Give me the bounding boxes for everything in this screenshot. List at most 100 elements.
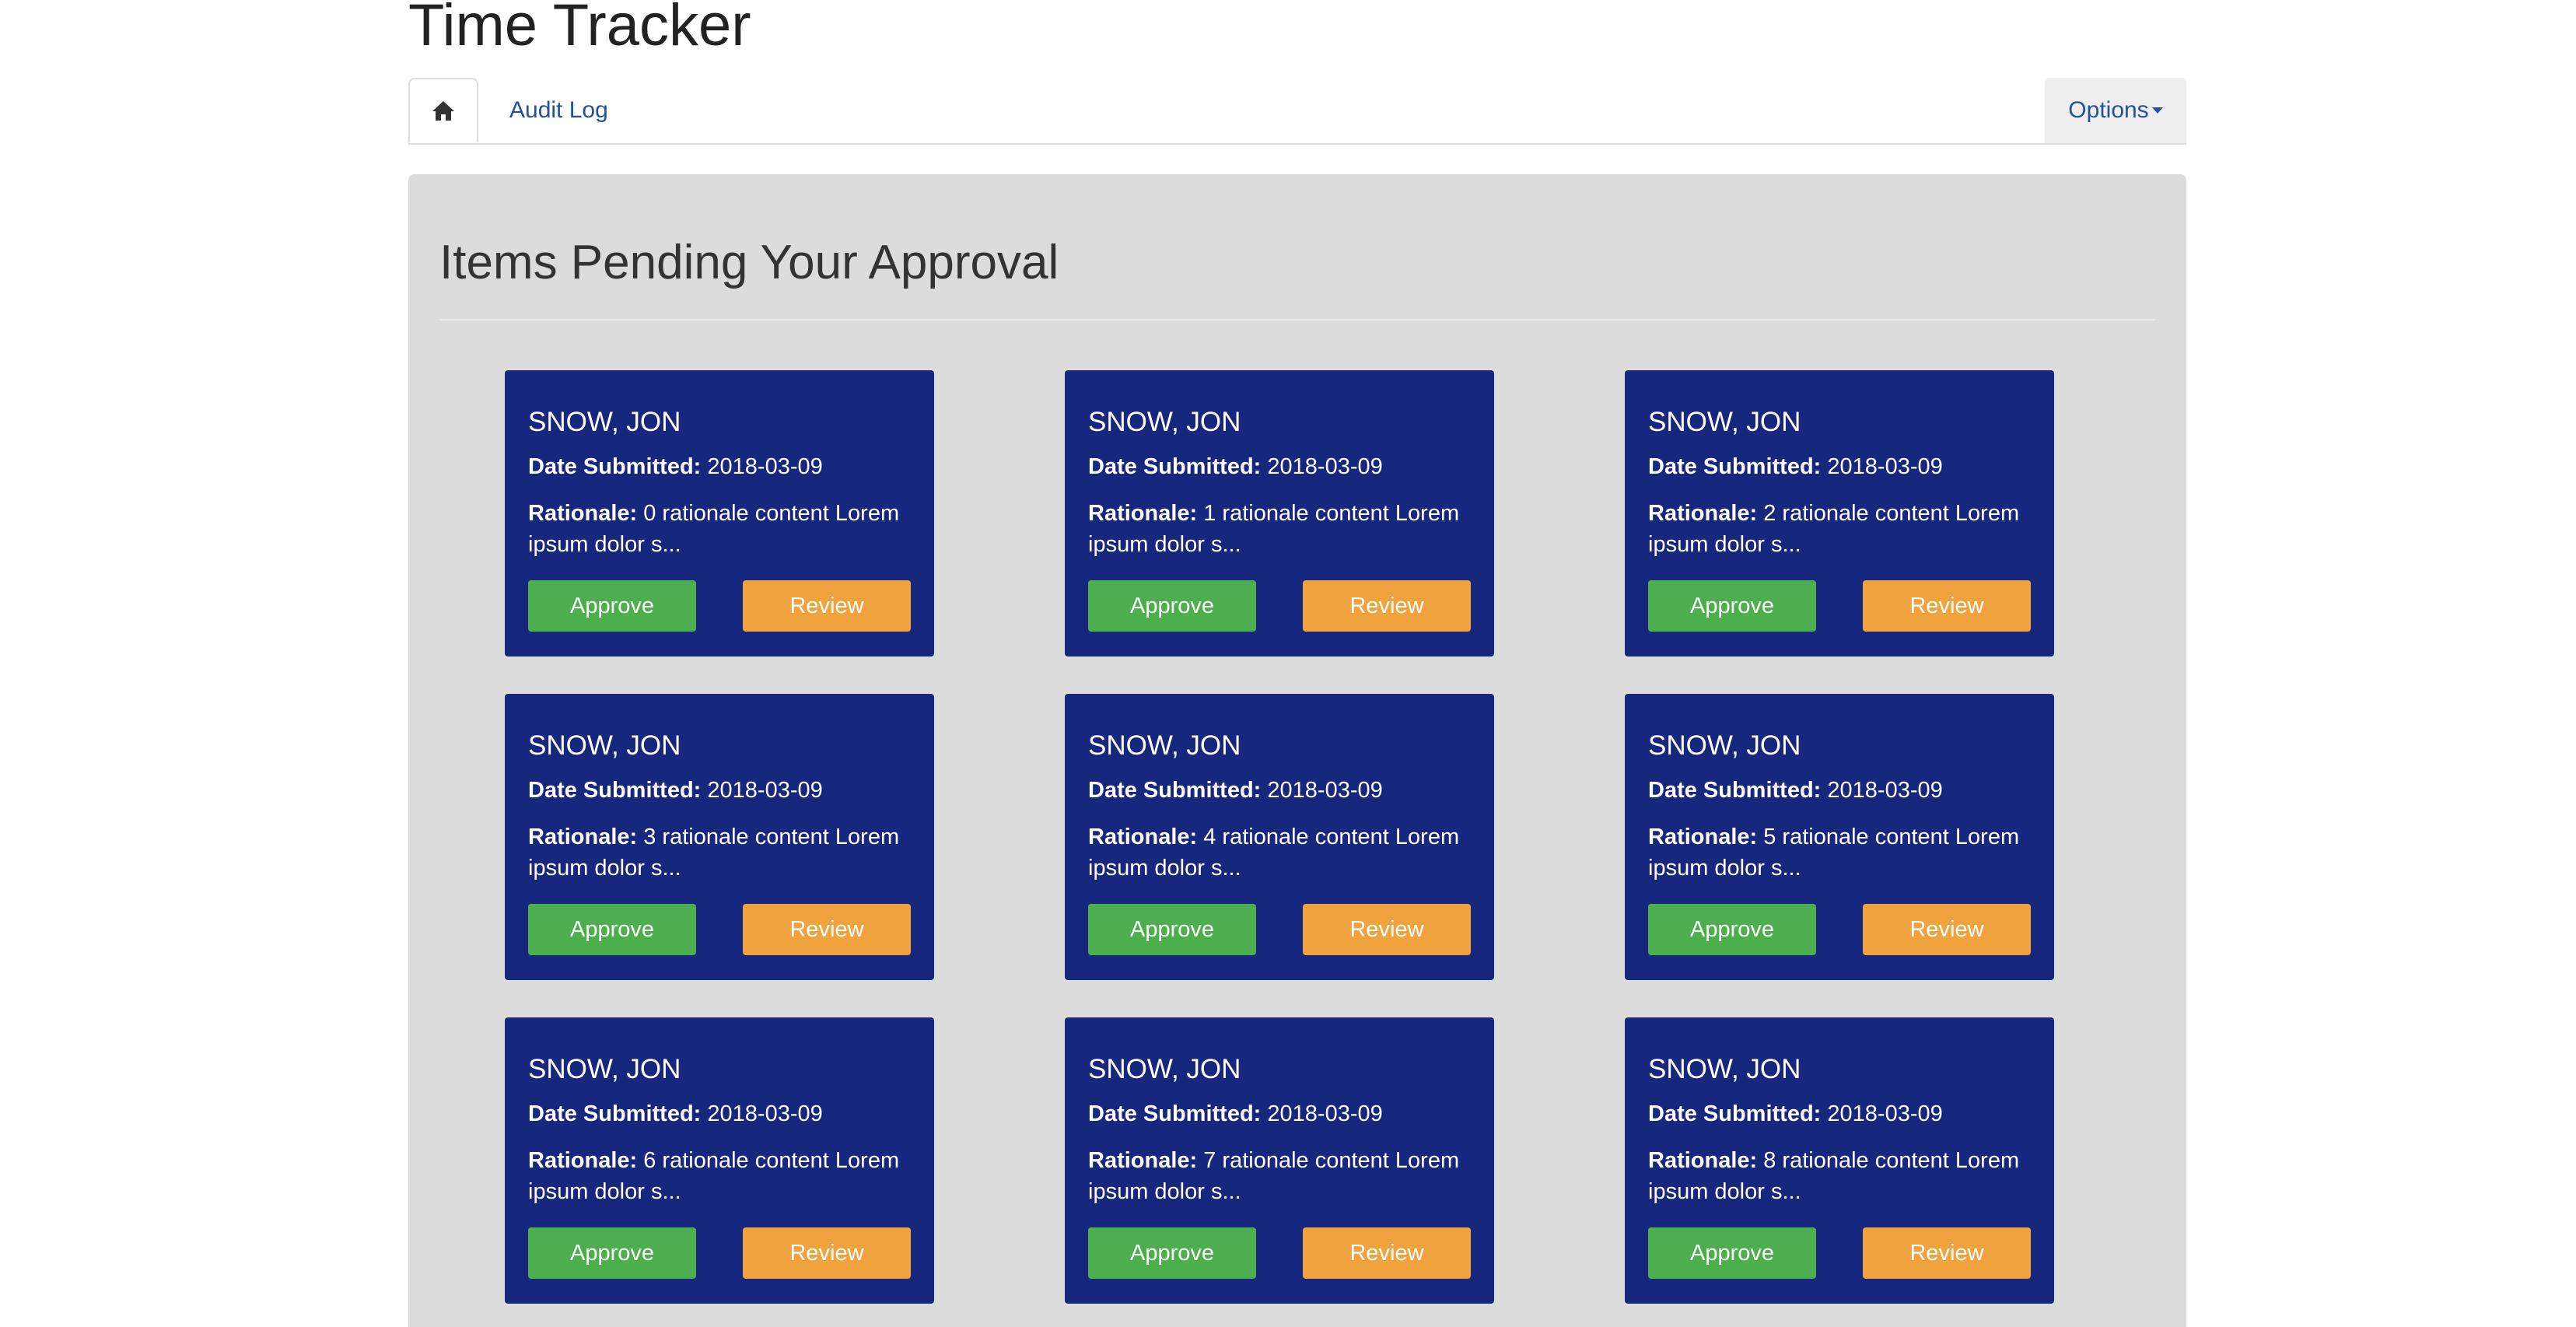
rationale-label: Rationale:: [528, 825, 638, 849]
rationale: Rationale: 5 rationale content Lorem ips…: [1648, 821, 2031, 884]
rationale: Rationale: 6 rationale content Lorem ips…: [528, 1145, 911, 1207]
nav-tabs: Audit Log Options: [408, 78, 2186, 145]
approval-panel: Items Pending Your Approval SNOW, JON Da…: [408, 174, 2186, 1327]
review-button[interactable]: Review: [1303, 1227, 1471, 1279]
card-actions: Approve Review: [1648, 1227, 2031, 1279]
approval-card: SNOW, JON Date Submitted: 2018-03-09 Rat…: [505, 1017, 934, 1304]
date-submitted-label: Date Submitted:: [528, 454, 702, 479]
rationale: Rationale: 2 rationale content Lorem ips…: [1648, 498, 2031, 560]
employee-name: SNOW, JON: [528, 1054, 681, 1084]
date-submitted-label: Date Submitted:: [1088, 1101, 1262, 1126]
card-actions: Approve Review: [528, 904, 911, 955]
date-submitted-value: 2018-03-09: [707, 454, 823, 479]
date-submitted-label: Date Submitted:: [1088, 778, 1262, 803]
rationale: Rationale: 7 rationale content Lorem ips…: [1088, 1145, 1471, 1207]
options-dropdown-button[interactable]: Options: [2045, 78, 2186, 143]
review-button[interactable]: Review: [1863, 580, 2031, 632]
approve-button[interactable]: Approve: [1648, 904, 1816, 955]
home-icon: [432, 101, 454, 121]
date-submitted-value: 2018-03-09: [1267, 778, 1383, 803]
review-button[interactable]: Review: [1863, 904, 2031, 955]
employee-name: SNOW, JON: [1648, 407, 1801, 437]
date-submitted-value: 2018-03-09: [707, 1101, 823, 1126]
approval-card: SNOW, JON Date Submitted: 2018-03-09 Rat…: [1065, 1017, 1494, 1304]
approve-button[interactable]: Approve: [1088, 1227, 1256, 1279]
review-button[interactable]: Review: [1863, 1227, 2031, 1279]
options-label: Options: [2068, 97, 2149, 123]
approve-button[interactable]: Approve: [1088, 904, 1256, 955]
rationale-label: Rationale:: [1088, 501, 1198, 526]
date-submitted-value: 2018-03-09: [1267, 1101, 1383, 1126]
date-submitted-label: Date Submitted:: [1088, 454, 1262, 479]
review-button[interactable]: Review: [743, 580, 911, 632]
approval-card: SNOW, JON Date Submitted: 2018-03-09 Rat…: [1065, 370, 1494, 656]
employee-name: SNOW, JON: [528, 730, 681, 761]
tab-audit-log[interactable]: Audit Log: [494, 78, 624, 143]
approval-cards-grid: SNOW, JON Date Submitted: 2018-03-09 Rat…: [505, 370, 2060, 1304]
divider: [439, 319, 2155, 320]
approval-card: SNOW, JON Date Submitted: 2018-03-09 Rat…: [1625, 1017, 2054, 1304]
date-submitted: Date Submitted: 2018-03-09: [1088, 1098, 1471, 1129]
card-actions: Approve Review: [1648, 904, 2031, 955]
employee-name: SNOW, JON: [528, 407, 681, 437]
page: Time Tracker Audit Log Options Items Pen…: [0, 0, 2576, 1327]
date-submitted: Date Submitted: 2018-03-09: [1088, 775, 1471, 806]
date-submitted: Date Submitted: 2018-03-09: [528, 451, 911, 482]
card-actions: Approve Review: [1088, 1227, 1471, 1279]
review-button[interactable]: Review: [743, 1227, 911, 1279]
approve-button[interactable]: Approve: [528, 1227, 696, 1279]
date-submitted-value: 2018-03-09: [1827, 454, 1943, 479]
date-submitted-label: Date Submitted:: [1648, 454, 1822, 479]
rationale: Rationale: 3 rationale content Lorem ips…: [528, 821, 911, 884]
date-submitted: Date Submitted: 2018-03-09: [1648, 775, 2031, 806]
rationale-label: Rationale:: [1648, 1148, 1758, 1173]
approval-card: SNOW, JON Date Submitted: 2018-03-09 Rat…: [1625, 694, 2054, 980]
date-submitted-label: Date Submitted:: [1648, 778, 1822, 803]
review-button[interactable]: Review: [743, 904, 911, 955]
date-submitted-label: Date Submitted:: [528, 1101, 702, 1126]
date-submitted-value: 2018-03-09: [1827, 778, 1943, 803]
date-submitted-value: 2018-03-09: [1267, 454, 1383, 479]
employee-name: SNOW, JON: [1088, 407, 1241, 437]
card-actions: Approve Review: [1648, 580, 2031, 632]
approval-card: SNOW, JON Date Submitted: 2018-03-09 Rat…: [1065, 694, 1494, 980]
rationale: Rationale: 4 rationale content Lorem ips…: [1088, 821, 1471, 884]
date-submitted-value: 2018-03-09: [1827, 1101, 1943, 1126]
approval-card: SNOW, JON Date Submitted: 2018-03-09 Rat…: [505, 370, 934, 656]
date-submitted: Date Submitted: 2018-03-09: [1648, 451, 2031, 482]
rationale-label: Rationale:: [528, 1148, 638, 1173]
card-actions: Approve Review: [1088, 580, 1471, 632]
approve-button[interactable]: Approve: [528, 904, 696, 955]
approve-button[interactable]: Approve: [1648, 1227, 1816, 1279]
date-submitted-value: 2018-03-09: [707, 778, 823, 803]
rationale: Rationale: 0 rationale content Lorem ips…: [528, 498, 911, 560]
card-actions: Approve Review: [528, 1227, 911, 1279]
rationale: Rationale: 1 rationale content Lorem ips…: [1088, 498, 1471, 560]
rationale-label: Rationale:: [1088, 825, 1198, 849]
review-button[interactable]: Review: [1303, 580, 1471, 632]
employee-name: SNOW, JON: [1088, 1054, 1241, 1084]
date-submitted-label: Date Submitted:: [1648, 1101, 1822, 1126]
rationale-label: Rationale:: [1648, 825, 1758, 849]
app-title: Time Tracker: [408, 0, 751, 58]
card-actions: Approve Review: [528, 580, 911, 632]
card-actions: Approve Review: [1088, 904, 1471, 955]
rationale: Rationale: 8 rationale content Lorem ips…: [1648, 1145, 2031, 1207]
date-submitted: Date Submitted: 2018-03-09: [528, 1098, 911, 1129]
panel-heading: Items Pending Your Approval: [439, 236, 1059, 289]
date-submitted-label: Date Submitted:: [528, 778, 702, 803]
rationale-label: Rationale:: [1088, 1148, 1198, 1173]
employee-name: SNOW, JON: [1648, 730, 1801, 761]
employee-name: SNOW, JON: [1648, 1054, 1801, 1084]
approve-button[interactable]: Approve: [1648, 580, 1816, 632]
approval-card: SNOW, JON Date Submitted: 2018-03-09 Rat…: [505, 694, 934, 980]
rationale-label: Rationale:: [528, 501, 638, 526]
main-container: Time Tracker Audit Log Options Items Pen…: [408, 0, 2186, 1327]
tab-home[interactable]: [408, 78, 478, 143]
approve-button[interactable]: Approve: [1088, 580, 1256, 632]
approval-card: SNOW, JON Date Submitted: 2018-03-09 Rat…: [1625, 370, 2054, 656]
review-button[interactable]: Review: [1303, 904, 1471, 955]
employee-name: SNOW, JON: [1088, 730, 1241, 761]
date-submitted: Date Submitted: 2018-03-09: [1088, 451, 1471, 482]
approve-button[interactable]: Approve: [528, 580, 696, 632]
